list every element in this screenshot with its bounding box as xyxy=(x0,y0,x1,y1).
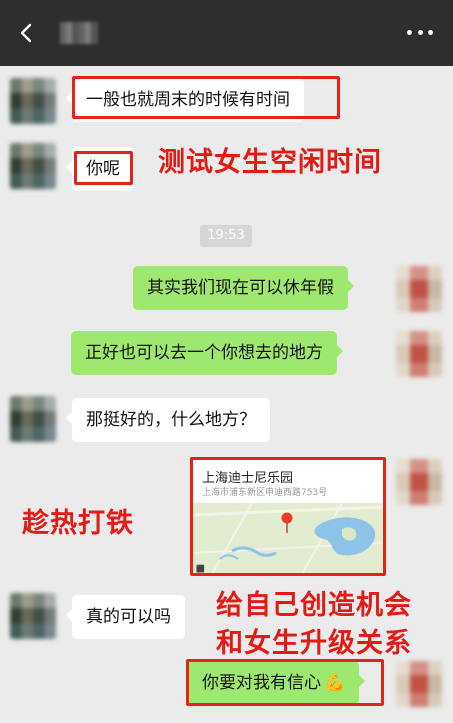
avatar-self[interactable] xyxy=(396,331,442,377)
location-address: 上海市浦东新区申迪西路753号 xyxy=(202,488,328,498)
message-bubble-sent: 你要对我有信心 💪 xyxy=(188,661,366,705)
message-bubble-received: 你呢 xyxy=(66,147,134,191)
map-pin-icon xyxy=(281,512,293,533)
location-name: 上海迪士尼乐园 xyxy=(202,471,294,486)
annotation-text: 和女生升级关系 xyxy=(216,628,412,659)
chat-header xyxy=(0,0,453,66)
location-card[interactable]: 上海迪士尼乐园 上海市浦东新区申迪西路753号 ⬛ xyxy=(192,459,384,574)
annotation-text: 测试女生空闲时间 xyxy=(158,147,382,178)
avatar-female[interactable] xyxy=(10,593,56,639)
location-map: ⬛ xyxy=(192,503,384,574)
message-bubble-received: 那挺好的，什么地方？ xyxy=(66,398,270,442)
message-bubble-received: 一般也就周末的时候有时间 xyxy=(66,78,304,122)
message-bubble-sent: 正好也可以去一个你想去的地方 xyxy=(71,331,343,375)
avatar-female[interactable] xyxy=(10,143,56,189)
map-watermark: ⬛ xyxy=(196,565,205,573)
message-bubble-sent: 其实我们现在可以休年假 xyxy=(133,266,354,310)
timestamp: 19:53 xyxy=(200,225,252,247)
annotation-text: 给自己创造机会 xyxy=(216,590,412,621)
avatar-female[interactable] xyxy=(10,78,56,124)
avatar-self[interactable] xyxy=(396,459,442,505)
avatar-self[interactable] xyxy=(396,661,442,707)
back-arrow-icon[interactable] xyxy=(16,22,38,44)
contact-name-blurred xyxy=(60,22,98,44)
avatar-female[interactable] xyxy=(10,396,56,442)
muscle-emoji-icon: 💪 xyxy=(324,673,346,693)
message-bubble-received: 真的可以吗 xyxy=(66,595,185,639)
more-icon[interactable] xyxy=(407,30,433,38)
annotation-text: 趁热打铁 xyxy=(22,508,134,539)
avatar-self[interactable] xyxy=(396,266,442,312)
